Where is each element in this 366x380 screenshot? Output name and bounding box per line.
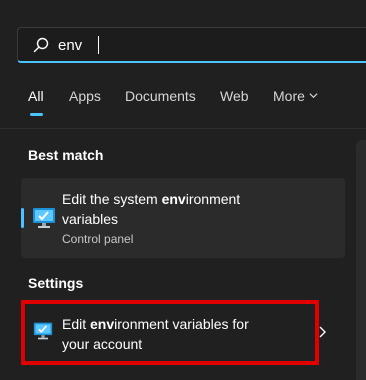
- settings-result-title: Edit environment variables for your acco…: [62, 316, 249, 352]
- best-match-heading: Best match: [28, 147, 104, 163]
- tabs-divider: [0, 128, 366, 129]
- tab-more-label: More: [273, 88, 305, 104]
- best-match-result[interactable]: Edit the system environment variables Co…: [21, 178, 345, 258]
- search-icon: [33, 37, 49, 53]
- tab-web[interactable]: Web: [220, 88, 249, 104]
- settings-heading: Settings: [28, 275, 84, 291]
- control-panel-monitor-icon: [33, 208, 55, 228]
- settings-monitor-icon: [33, 322, 53, 340]
- chevron-down-icon: [309, 93, 318, 99]
- search-box[interactable]: [17, 27, 366, 63]
- active-tab-indicator: [30, 113, 43, 116]
- text-cursor: [98, 36, 99, 54]
- best-match-subtitle: Control panel: [62, 232, 134, 246]
- tab-all[interactable]: All: [28, 88, 44, 104]
- preview-panel-edge: [356, 140, 366, 380]
- best-match-title: Edit the system environment variables: [62, 191, 241, 227]
- tab-documents[interactable]: Documents: [125, 88, 196, 104]
- selection-indicator: [21, 208, 24, 228]
- chevron-right-icon[interactable]: [318, 326, 326, 338]
- tab-apps[interactable]: Apps: [69, 88, 101, 104]
- settings-result-item[interactable]: Edit environment variables for your acco…: [21, 300, 319, 365]
- search-input[interactable]: [58, 34, 348, 56]
- tab-more[interactable]: More: [273, 88, 318, 104]
